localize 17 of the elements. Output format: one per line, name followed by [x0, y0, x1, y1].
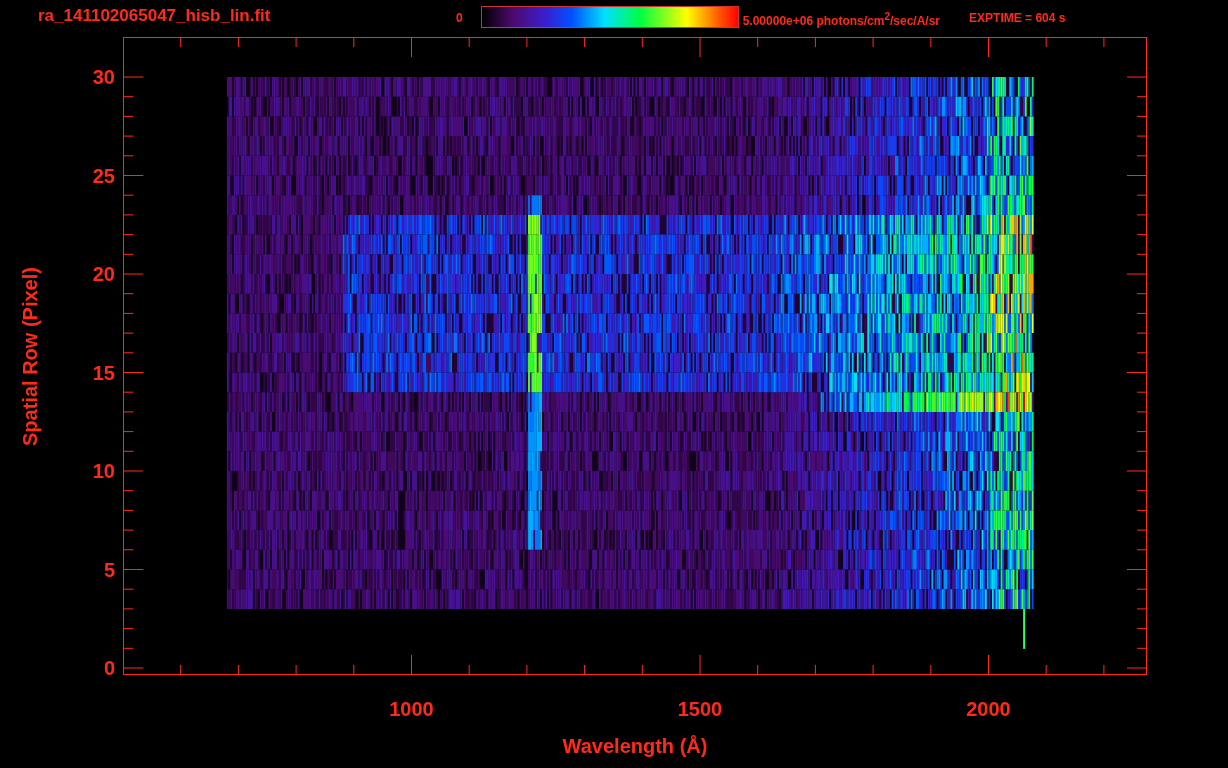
file-title: ra_141102065047_hisb_lin.fit: [38, 6, 272, 26]
y-tick-label: 30: [92, 65, 115, 89]
y-tick-label: 5: [103, 558, 115, 581]
x-tick-label: 1000: [389, 698, 434, 721]
y-tick-label: 15: [92, 361, 115, 384]
y-tick-label: 20: [92, 262, 115, 286]
exposure-time: EXPTIME = 604 s: [969, 11, 1066, 25]
colorbar-min-label: 0: [456, 11, 463, 25]
y-axis-title: Spatial Row (Pixel): [18, 266, 42, 446]
colorbar-max-label: 5.00000e+06 photons/cm$^{2}$/sec/A/sr: [742, 11, 941, 28]
y-tick-label: 0: [103, 656, 115, 680]
x-tick-label: 2000: [966, 698, 1011, 721]
y-tick-label: 10: [92, 459, 115, 483]
y-tick-label: 25: [92, 164, 115, 187]
spectrum-streak: [1023, 608, 1026, 649]
x-tick-label: 1500: [677, 698, 723, 721]
x-axis-title: Wavelength (Å): [562, 735, 708, 758]
